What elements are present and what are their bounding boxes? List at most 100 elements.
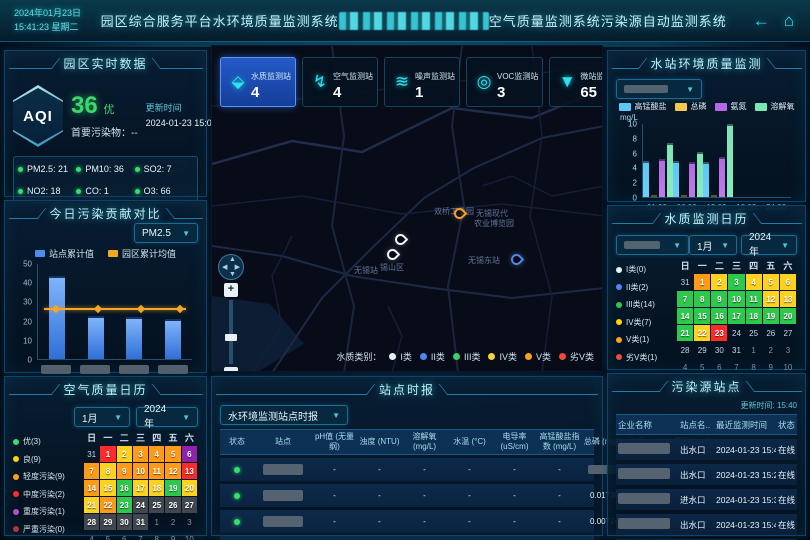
zoom-slider[interactable] xyxy=(229,300,233,364)
calendar-day[interactable]: 14 xyxy=(84,480,99,496)
station-button-location-pin[interactable]: ▼微站监测站65 xyxy=(549,57,603,107)
back-arrow-icon[interactable]: ← xyxy=(753,12,770,29)
calendar-day[interactable]: 4 xyxy=(746,274,762,290)
calendar-day[interactable]: 10 xyxy=(133,463,148,479)
calendar-day[interactable]: 25 xyxy=(149,497,164,513)
calendar-day[interactable]: 3 xyxy=(780,342,796,358)
calendar-day[interactable]: 18 xyxy=(149,480,164,496)
calendar-day[interactable]: 14 xyxy=(677,308,693,324)
calendar-day[interactable]: 10 xyxy=(728,291,744,307)
calendar-day[interactable]: 13 xyxy=(182,463,197,479)
calendar-day[interactable]: 1 xyxy=(694,274,710,290)
calendar-day[interactable]: 27 xyxy=(780,325,796,341)
calendar-day[interactable]: 11 xyxy=(746,291,762,307)
calendar-day[interactable]: 16 xyxy=(711,308,727,324)
calendar-day[interactable]: 1 xyxy=(746,342,762,358)
zoom-out-button[interactable]: − xyxy=(224,367,238,372)
month-dropdown[interactable]: 1月▼ xyxy=(74,407,130,427)
calendar-day[interactable]: 11 xyxy=(149,463,164,479)
nav-air-system[interactable]: 空气质量监测系统 xyxy=(489,11,601,30)
calendar-day[interactable]: 31 xyxy=(728,342,744,358)
calendar-day[interactable]: 30 xyxy=(711,342,727,358)
station-list-dropdown[interactable]: 水环境监测站点时报▼ xyxy=(220,405,348,425)
calendar-day[interactable]: 10 xyxy=(182,531,197,540)
calendar-day[interactable]: 22 xyxy=(100,497,115,513)
calendar-day[interactable]: 23 xyxy=(711,325,727,341)
calendar-day[interactable]: 22 xyxy=(694,325,710,341)
calendar-day[interactable]: 26 xyxy=(165,497,180,513)
water-station-dropdown[interactable]: ▼ xyxy=(616,235,689,255)
calendar-day[interactable]: 5 xyxy=(165,446,180,462)
calendar-day[interactable]: 28 xyxy=(84,514,99,530)
calendar-day[interactable]: 24 xyxy=(728,325,744,341)
year-dropdown[interactable]: 2024年▼ xyxy=(741,235,797,255)
calendar-day[interactable]: 8 xyxy=(694,291,710,307)
calendar-day[interactable]: 2 xyxy=(763,342,779,358)
calendar-day[interactable]: 25 xyxy=(746,325,762,341)
nav-pollution-system[interactable]: 污染源自动监测系统 xyxy=(601,11,727,30)
calendar-day[interactable]: 24 xyxy=(133,497,148,513)
calendar-day[interactable]: 2 xyxy=(711,274,727,290)
pollutant-dropdown[interactable]: PM2.5▼ xyxy=(134,223,198,243)
calendar-day[interactable]: 19 xyxy=(165,480,180,496)
calendar-day[interactable]: 9 xyxy=(117,463,132,479)
calendar-day[interactable]: 12 xyxy=(763,291,779,307)
calendar-day[interactable]: 7 xyxy=(677,291,693,307)
calendar-day[interactable]: 8 xyxy=(149,531,164,540)
calendar-day[interactable]: 3 xyxy=(182,514,197,530)
calendar-day[interactable]: 5 xyxy=(763,274,779,290)
calendar-day[interactable]: 6 xyxy=(182,446,197,462)
calendar-day[interactable]: 31 xyxy=(677,274,693,290)
calendar-day[interactable]: 28 xyxy=(677,342,693,358)
calendar-day[interactable]: 9 xyxy=(711,291,727,307)
calendar-day[interactable]: 15 xyxy=(100,480,115,496)
station-button-voc[interactable]: ◎VOC监测站3 xyxy=(466,57,543,107)
calendar-day[interactable]: 4 xyxy=(84,531,99,540)
station-button-water-drop[interactable]: ⬙水质监测站4 xyxy=(220,57,296,107)
home-icon[interactable]: ⌂ xyxy=(784,12,794,29)
calendar-day[interactable]: 29 xyxy=(100,514,115,530)
calendar-day[interactable]: 12 xyxy=(165,463,180,479)
calendar-day[interactable]: 6 xyxy=(117,531,132,540)
calendar-day[interactable]: 16 xyxy=(117,480,132,496)
calendar-day[interactable]: 20 xyxy=(780,308,796,324)
calendar-day[interactable]: 8 xyxy=(100,463,115,479)
calendar-day[interactable]: 21 xyxy=(677,325,693,341)
calendar-day[interactable]: 7 xyxy=(84,463,99,479)
year-dropdown[interactable]: 2024年▼ xyxy=(136,407,198,427)
calendar-day[interactable]: 5 xyxy=(100,531,115,540)
calendar-day[interactable]: 17 xyxy=(728,308,744,324)
calendar-day[interactable]: 13 xyxy=(780,291,796,307)
calendar-day[interactable]: 19 xyxy=(763,308,779,324)
nav-park-platform[interactable]: 园区综合服务平台 xyxy=(101,11,213,30)
station-button-wind[interactable]: ↯空气监测站4 xyxy=(302,57,378,107)
calendar-day[interactable]: 4 xyxy=(149,446,164,462)
calendar-day[interactable]: 26 xyxy=(763,325,779,341)
calendar-day[interactable]: 9 xyxy=(165,531,180,540)
calendar-day[interactable]: 15 xyxy=(694,308,710,324)
calendar-day[interactable]: 20 xyxy=(182,480,197,496)
map-pan-control[interactable]: ▲▼ ◀▶ xyxy=(218,254,244,280)
calendar-day[interactable]: 6 xyxy=(780,274,796,290)
zoom-in-button[interactable]: + xyxy=(224,283,238,297)
calendar-day[interactable]: 21 xyxy=(84,497,99,513)
water-station-dropdown[interactable]: ▼ xyxy=(616,79,702,99)
gis-map[interactable]: ⬙水质监测站4↯空气监测站4≋噪声监测站1◎VOC监测站3▼微站监测站65⪿污染… xyxy=(211,45,603,372)
calendar-day[interactable]: 27 xyxy=(182,497,197,513)
calendar-day[interactable]: 17 xyxy=(133,480,148,496)
calendar-day[interactable]: 23 xyxy=(117,497,132,513)
calendar-day[interactable]: 2 xyxy=(117,446,132,462)
calendar-day[interactable]: 2 xyxy=(165,514,180,530)
calendar-day[interactable]: 29 xyxy=(694,342,710,358)
calendar-day[interactable]: 3 xyxy=(133,446,148,462)
calendar-day[interactable]: 30 xyxy=(117,514,132,530)
month-dropdown[interactable]: 1月▼ xyxy=(689,235,737,255)
calendar-day[interactable]: 1 xyxy=(100,446,115,462)
nav-water-system[interactable]: 水环境质量监测系统 xyxy=(213,11,339,30)
calendar-day[interactable]: 18 xyxy=(746,308,762,324)
calendar-day[interactable]: 1 xyxy=(149,514,164,530)
zoom-slider-handle[interactable] xyxy=(225,334,237,341)
calendar-day[interactable]: 31 xyxy=(84,446,99,462)
station-button-sound-waves[interactable]: ≋噪声监测站1 xyxy=(384,57,460,107)
calendar-day[interactable]: 7 xyxy=(133,531,148,540)
